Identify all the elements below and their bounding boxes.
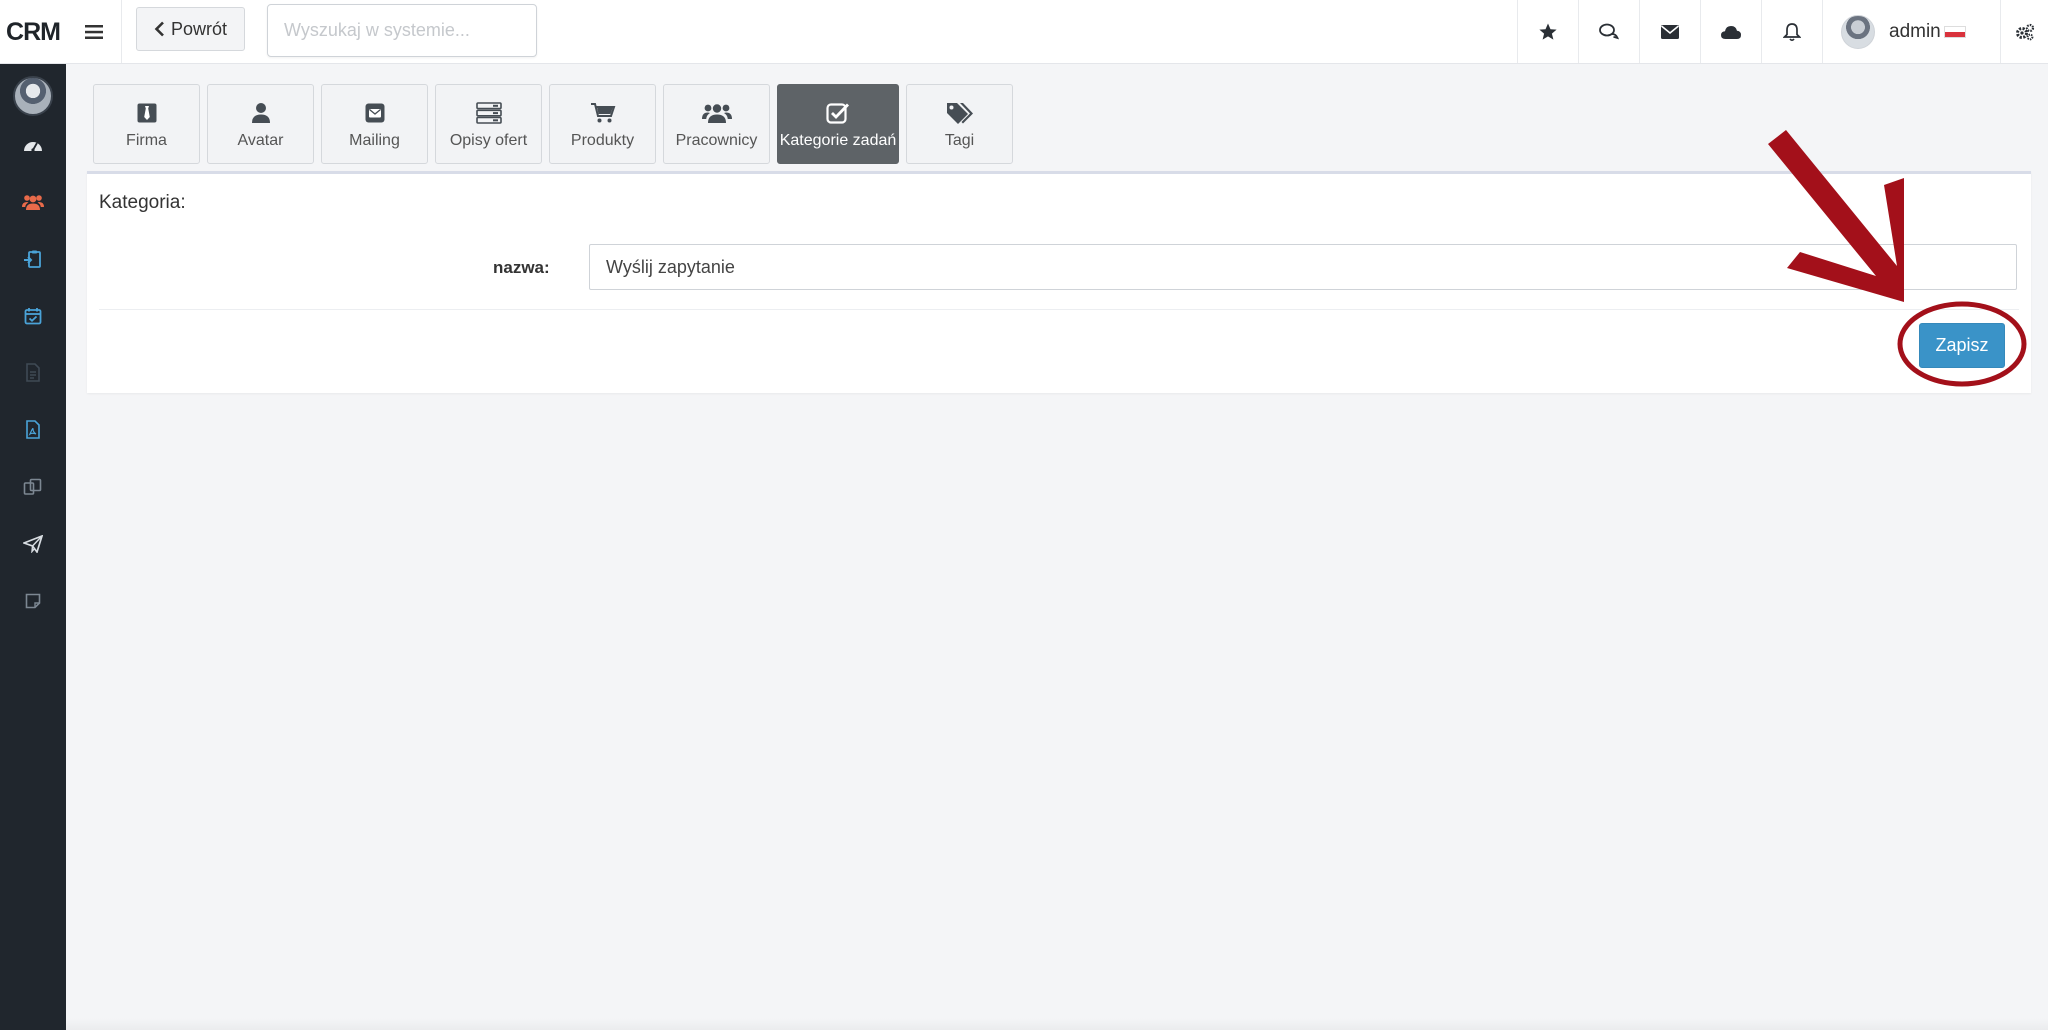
- tab-label: Tagi: [944, 132, 975, 149]
- cart-icon: [590, 103, 615, 123]
- calendar-check-icon: [24, 307, 42, 324]
- tab-label: Opisy ofert: [449, 132, 528, 149]
- copy-icon: [23, 478, 42, 495]
- sidebar-item-clients[interactable]: [0, 173, 66, 230]
- sidebar: [0, 64, 66, 1030]
- envelope-icon: [1660, 24, 1680, 39]
- favorites-button[interactable]: [1517, 0, 1578, 63]
- user-menu[interactable]: admin: [1822, 0, 2000, 63]
- cloud-button[interactable]: [1700, 0, 1761, 63]
- tab-label: Pracownicy: [675, 132, 758, 149]
- send-icon: [23, 534, 43, 553]
- tab-produkty[interactable]: Produkty: [549, 84, 656, 164]
- dashboard-icon: [24, 141, 42, 152]
- chat-button[interactable]: [1578, 0, 1639, 63]
- chevron-left-icon: [154, 21, 164, 37]
- username: admin: [1889, 21, 1966, 43]
- tab-pracownicy[interactable]: Pracownicy: [663, 84, 770, 164]
- poland-flag-icon: [1943, 25, 1966, 38]
- tab-label: Kategorie zadań: [779, 132, 897, 149]
- hamburger-icon: [84, 24, 103, 39]
- top-navbar: CRM Powrót admin: [0, 0, 2048, 64]
- search-input[interactable]: [267, 4, 538, 57]
- group-icon: [701, 104, 732, 123]
- notifications-button[interactable]: [1761, 0, 1822, 63]
- tab-label: Mailing: [349, 132, 400, 149]
- tab-opisy-ofert[interactable]: Opisy ofert: [435, 84, 542, 164]
- server-icon: [475, 102, 502, 124]
- user-avatar: [1841, 14, 1875, 49]
- tab-label: Avatar: [237, 132, 284, 149]
- document-icon: [26, 363, 40, 382]
- sidebar-avatar[interactable]: [13, 76, 53, 116]
- back-button[interactable]: Powrót: [136, 7, 246, 51]
- user-icon: [251, 103, 270, 123]
- sidebar-item-send[interactable]: [0, 515, 66, 572]
- brand-logo[interactable]: CRM: [0, 0, 66, 64]
- bottom-shadow: [66, 1018, 2048, 1030]
- form-divider: [99, 309, 2019, 310]
- settings-button[interactable]: [2000, 0, 2048, 63]
- tab-tagi[interactable]: Tagi: [906, 84, 1013, 164]
- tie-icon: [137, 103, 156, 123]
- sidebar-item-dashboard[interactable]: [0, 116, 66, 173]
- tab-avatar[interactable]: Avatar: [207, 84, 314, 164]
- sidebar-item-copies[interactable]: [0, 458, 66, 515]
- tags-icon: [946, 103, 973, 124]
- mail-button[interactable]: [1639, 0, 1700, 63]
- mail-icon: [365, 103, 384, 123]
- cogs-icon: [2015, 23, 2034, 40]
- bell-icon: [1783, 22, 1801, 41]
- sidebar-item-documents[interactable]: [0, 344, 66, 401]
- star-icon: [1539, 23, 1557, 40]
- username-text: admin: [1889, 20, 1941, 42]
- tab-firma[interactable]: Firma: [93, 84, 200, 164]
- note-icon: [25, 593, 41, 608]
- save-button[interactable]: Zapisz: [1919, 323, 2005, 368]
- tab-kategorie-zadan[interactable]: Kategorie zadań: [777, 84, 899, 164]
- category-name-input[interactable]: [589, 244, 2017, 290]
- name-field-label: nazwa:: [493, 258, 550, 277]
- sidebar-item-tasks[interactable]: [0, 230, 66, 287]
- users-icon: [22, 194, 44, 210]
- sidebar-item-pdf[interactable]: [0, 401, 66, 458]
- sidebar-item-notes[interactable]: [0, 572, 66, 629]
- check-square-icon: [826, 103, 850, 124]
- tab-label: Produkty: [570, 132, 635, 149]
- panel-title: Kategoria:: [99, 192, 186, 213]
- clipboard-icon: [24, 250, 41, 268]
- sidebar-item-calendar[interactable]: [0, 287, 66, 344]
- menu-toggle-button[interactable]: [66, 0, 122, 63]
- category-form-panel: Kategoria: nazwa: Zapisz: [87, 171, 2031, 393]
- pdf-icon: [26, 420, 40, 439]
- settings-tabs: Firma Avatar Mailing Opisy ofert Produkt…: [93, 84, 1013, 164]
- back-button-label: Powrót: [171, 18, 228, 39]
- tab-mailing[interactable]: Mailing: [321, 84, 428, 164]
- tab-label: Firma: [126, 132, 167, 149]
- chat-icon: [1599, 23, 1619, 39]
- cloud-icon: [1721, 25, 1741, 39]
